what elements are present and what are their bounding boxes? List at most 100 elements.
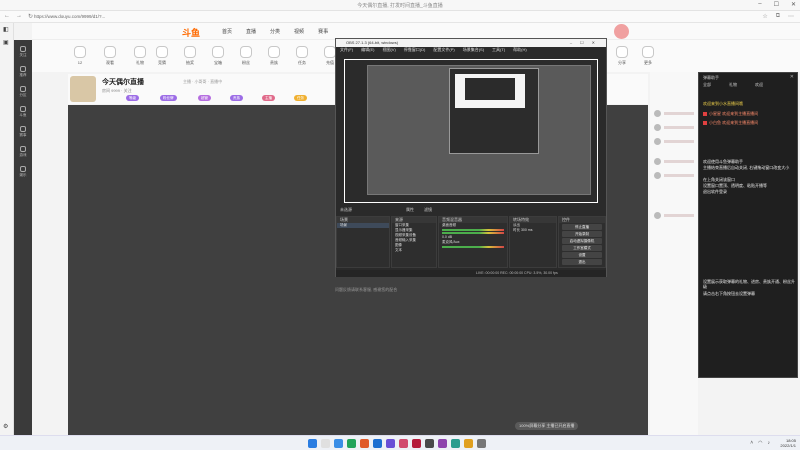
tool-lottery[interactable]: 抽奖 — [178, 46, 202, 66]
chat-message — [654, 138, 696, 146]
taskbar-app-icon[interactable] — [399, 439, 408, 448]
taskbar-app-icon[interactable] — [321, 439, 330, 448]
tab-gift[interactable]: 礼物 — [729, 82, 737, 88]
taskbar-app-icon[interactable] — [438, 439, 447, 448]
tool-fans[interactable]: 粉丝 — [234, 46, 258, 66]
minimize-button[interactable]: – — [758, 1, 761, 8]
tool-noble[interactable]: 贵族 — [262, 46, 286, 66]
obs-filters-button[interactable]: 滤镜 — [424, 207, 432, 213]
tool-more[interactable]: 更多 — [636, 46, 660, 66]
refresh-button[interactable]: ↻ — [28, 13, 33, 20]
forward-button[interactable]: → — [16, 13, 22, 20]
collections-icon[interactable]: ▣ — [3, 39, 11, 47]
left-nav-game[interactable]: 游戏 — [16, 146, 30, 158]
obs-settings-button[interactable]: 设置 — [562, 252, 602, 258]
tool-watch[interactable]: 观看 — [98, 46, 122, 66]
tool-guess[interactable]: 竞猜 — [150, 46, 174, 66]
overlay-line: 小星星 欢迎来到主播直播间 — [703, 111, 795, 116]
maximize-button[interactable]: ☐ — [774, 1, 779, 8]
taskbar-app-icon[interactable] — [451, 439, 460, 448]
obs-window[interactable]: OBS 27.1.3 (64-bit, windows) –☐✕ 文件(F) 编… — [335, 38, 607, 277]
left-nav-category[interactable]: 分区 — [16, 86, 30, 98]
settings-icon[interactable]: ⚙ — [3, 423, 11, 431]
left-nav-match[interactable]: 赛事 — [16, 126, 30, 138]
taskbar-app-icon[interactable] — [425, 439, 434, 448]
left-nav-ent[interactable]: 娱乐 — [16, 166, 30, 178]
taskbar-app-icon[interactable] — [308, 439, 317, 448]
tool-share[interactable]: 分享 — [610, 46, 634, 66]
left-nav-douyu[interactable]: 斗鱼 — [16, 106, 30, 118]
obs-menu-profile[interactable]: 配置文件(P) — [433, 47, 454, 53]
tool-chest[interactable]: 宝箱 — [206, 46, 230, 66]
transition-duration[interactable]: 时长 300 ms — [510, 228, 556, 233]
obs-menu-file[interactable]: 文件(F) — [340, 47, 353, 53]
left-nav-follow[interactable]: 关注 — [16, 46, 30, 58]
obs-menu-help[interactable]: 帮助(H) — [513, 47, 527, 53]
taskbar-app-icon[interactable] — [412, 439, 421, 448]
virtual-camera-button[interactable]: 启动虚拟摄像机 — [562, 238, 602, 244]
overlay-close-button[interactable]: ✕ — [790, 74, 794, 80]
anchor-avatar[interactable] — [70, 76, 96, 102]
volume-icon[interactable]: ♪ — [768, 440, 771, 446]
obs-properties-button[interactable]: 属性 — [406, 207, 414, 213]
room-badge[interactable]: 粉丝牌 — [160, 95, 177, 101]
menu-icon[interactable]: ⋯ — [788, 13, 794, 20]
obs-menu-view[interactable]: 视图(V) — [382, 47, 395, 53]
taskbar-apps — [308, 439, 486, 448]
notice-bubble[interactable]: 100%屏幕分享 主播已开启直播 — [515, 422, 579, 430]
avatar — [654, 124, 661, 131]
wifi-icon[interactable]: ◠ — [758, 440, 762, 446]
browser-title: 今天偶尔直播, 打发时间直播_斗鱼直播 — [357, 3, 443, 9]
left-nav-recommend[interactable]: 推荐 — [16, 66, 30, 78]
nav-category[interactable]: 分类 — [270, 28, 280, 35]
studio-mode-button[interactable]: 工作室模式 — [562, 245, 602, 251]
star-icon[interactable]: ☆ — [762, 13, 767, 20]
tab-welcome[interactable]: 欢迎 — [755, 82, 763, 88]
chevron-up-icon[interactable]: ˄ — [750, 440, 753, 446]
obs-preview[interactable] — [344, 59, 598, 203]
volume-meter — [442, 232, 504, 234]
obs-titlebar[interactable]: OBS 27.1.3 (64-bit, windows) –☐✕ — [336, 39, 606, 47]
taskbar-app-icon[interactable] — [386, 439, 395, 448]
close-button[interactable]: ✕ — [791, 1, 796, 8]
site-logo[interactable]: 斗鱼 — [182, 26, 200, 39]
nav-match[interactable]: 赛事 — [318, 28, 328, 35]
tabs-icon[interactable]: ◧ — [3, 26, 11, 34]
room-badge[interactable]: 贵族 — [230, 95, 243, 101]
tool-gift[interactable]: 礼物 — [128, 46, 152, 66]
user-avatar[interactable] — [614, 24, 629, 39]
volume-meter — [442, 246, 504, 248]
stop-streaming-button[interactable]: 停止直播 — [562, 224, 602, 230]
nav-live[interactable]: 直播 — [246, 28, 256, 35]
nav-video[interactable]: 视频 — [294, 28, 304, 35]
chat-message — [654, 110, 696, 118]
scene-item[interactable]: 场景 — [337, 223, 389, 228]
obs-menu-edit[interactable]: 编辑(E) — [361, 47, 374, 53]
taskbar-app-icon[interactable] — [477, 439, 486, 448]
mixer-channel-label: 麦克风/Aux — [442, 240, 460, 244]
taskbar-app-icon[interactable] — [334, 439, 343, 448]
tab-all[interactable]: 全部 — [703, 82, 711, 88]
tool-level[interactable]: 12 — [68, 46, 92, 65]
obs-menu-docks[interactable]: 停靠窗口(D) — [404, 47, 426, 53]
clock[interactable]: 18:05 2022/1/1 — [780, 438, 796, 448]
room-badge[interactable]: 任务 — [294, 95, 307, 101]
url-input[interactable]: https://www.douyu.com/9999/d1/?... — [34, 13, 734, 21]
taskbar-app-icon[interactable] — [360, 439, 369, 448]
room-badge[interactable]: 主播 — [262, 95, 275, 101]
back-button[interactable]: ← — [4, 13, 10, 20]
tool-task[interactable]: 任务 — [290, 46, 314, 66]
start-recording-button[interactable]: 开始录制 — [562, 231, 602, 237]
room-badge[interactable]: 超管 — [198, 95, 211, 101]
obs-menu-scenes[interactable]: 场景集合(S) — [463, 47, 484, 53]
nav-home[interactable]: 首页 — [222, 28, 232, 35]
obs-exit-button[interactable]: 退出 — [562, 259, 602, 265]
taskbar-app-icon[interactable] — [464, 439, 473, 448]
source-item[interactable]: 文本 — [392, 248, 436, 253]
extensions-icon[interactable]: ⧉ — [776, 13, 780, 20]
taskbar-app-icon[interactable] — [373, 439, 382, 448]
taskbar-app-icon[interactable] — [347, 439, 356, 448]
room-badge[interactable]: 等级 — [126, 95, 139, 101]
obs-menu-tools[interactable]: 工具(T) — [492, 47, 505, 53]
follow-icon — [20, 46, 26, 52]
